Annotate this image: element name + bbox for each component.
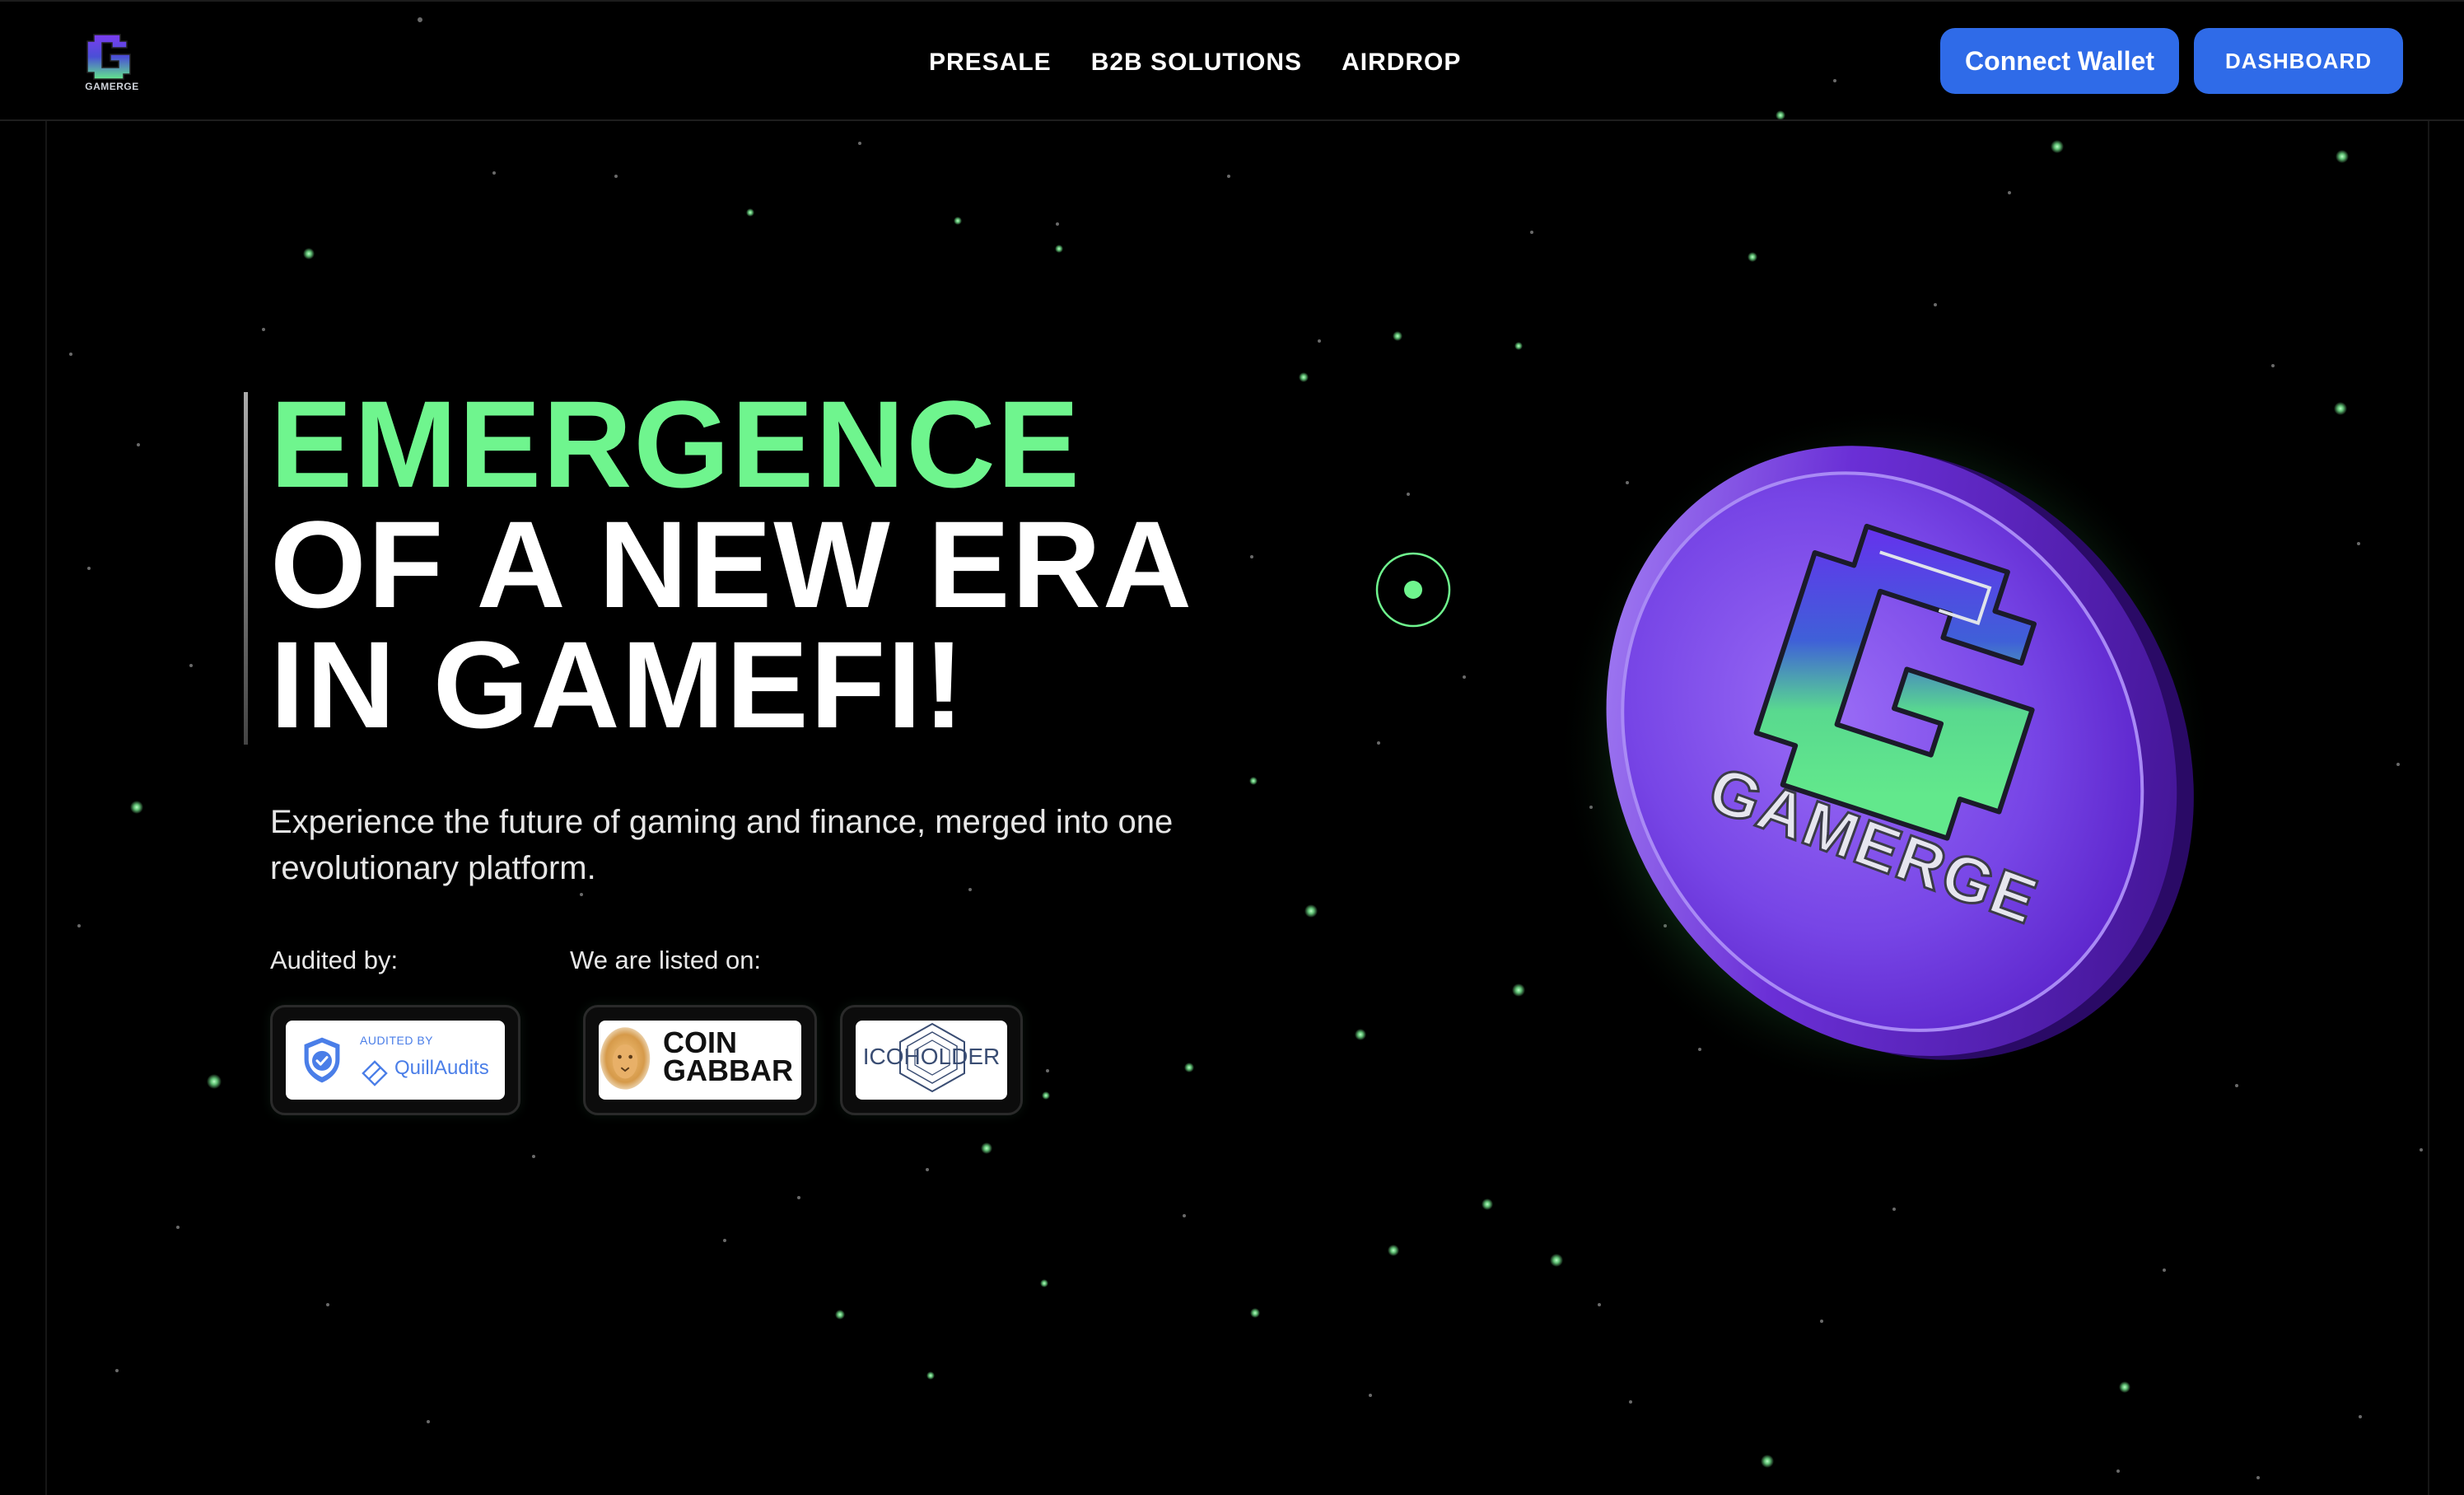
hero-subtitle: Experience the future of gaming and fina… <box>270 804 1174 886</box>
quillaudits-badge[interactable]: AUDITED BY QuillAudits <box>270 1005 520 1115</box>
shield-check-icon <box>304 1037 340 1083</box>
connect-wallet-button[interactable]: Connect Wallet <box>1940 28 2179 94</box>
header-divider <box>0 119 2464 121</box>
coingabbar-line2: GABBAR <box>663 1054 793 1087</box>
target-ring-icon <box>1375 552 1451 628</box>
frame-top-line <box>0 0 2464 2</box>
quill-logo-icon <box>362 1060 388 1086</box>
coingabbar-badge-inner: COIN GABBAR <box>599 1021 801 1100</box>
dashboard-button[interactable]: DASHBOARD <box>2194 28 2403 94</box>
nav-b2b-solutions[interactable]: B2B SOLUTIONS <box>1091 46 1302 79</box>
hero-title: EMERGENCE OF A NEW ERA IN GAMEFI! <box>270 375 1194 754</box>
nav-presale[interactable]: PRESALE <box>929 46 1052 79</box>
hero-accent-bar <box>244 392 248 745</box>
quillaudits-badge-inner: AUDITED BY QuillAudits <box>286 1021 505 1100</box>
lion-icon <box>600 1027 651 1090</box>
quill-name: QuillAudits <box>394 1057 489 1079</box>
hero-title-line1: EMERGENCE <box>270 375 1081 513</box>
quill-audited-by: AUDITED BY <box>360 1034 434 1047</box>
page: GAMERGE PRESALE B2B SOLUTIONS AIRDROP Co… <box>0 0 2464 1495</box>
frame-left-line <box>45 121 47 1495</box>
icoholder-badge[interactable]: ICOHOLDER <box>840 1005 1023 1115</box>
coingabbar-text: COIN GABBAR <box>663 1025 793 1087</box>
main-nav: PRESALE B2B SOLUTIONS AIRDROP <box>929 46 1461 79</box>
frame-right-line <box>2428 121 2429 1495</box>
gamerge-coin-icon: GAMERGE <box>1556 404 2215 1096</box>
icoholder-badge-inner: ICOHOLDER <box>856 1021 1007 1100</box>
coingabbar-badge[interactable]: COIN GABBAR <box>583 1005 817 1115</box>
hero-title-line3: IN GAMEFI! <box>270 615 966 754</box>
coingabbar-line1: COIN <box>663 1025 737 1059</box>
hero-title-line2: OF A NEW ERA <box>270 495 1194 633</box>
audited-by-label: Audited by: <box>270 946 399 974</box>
logo-text: GAMERGE <box>85 81 139 92</box>
nav-airdrop[interactable]: AIRDROP <box>1342 46 1461 79</box>
icoholder-text: ICOHOLDER <box>862 1044 1001 1069</box>
listed-on-label: We are listed on: <box>570 946 762 974</box>
